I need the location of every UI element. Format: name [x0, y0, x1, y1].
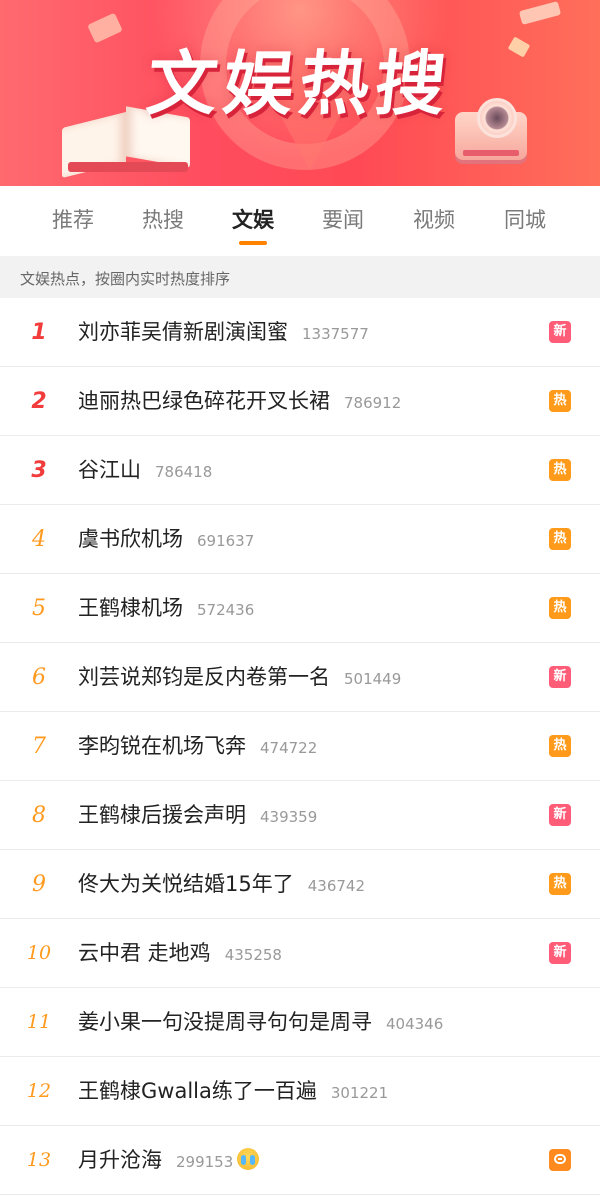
- topic-title: 姜小果一句没提周寻句句是周寻: [78, 1010, 372, 1034]
- rank-number: 8: [32, 803, 46, 828]
- topic-title: 王鹤棣后援会声明: [78, 803, 246, 827]
- list-item[interactable]: 6 刘芸说郑钧是反内卷第一名 501449 新: [0, 643, 600, 712]
- hot-badge: 热: [549, 735, 571, 757]
- banner-title: 文娱热搜: [143, 43, 456, 125]
- tab-entertainment[interactable]: 文娱: [208, 204, 298, 234]
- chat-badge-icon: [549, 1149, 571, 1171]
- topic-title-line: 王鹤棣后援会声明 439359: [78, 781, 317, 850]
- topic-title: 云中君 走地鸡: [78, 941, 211, 965]
- rank-number: 10: [26, 942, 52, 964]
- topic-title: 王鹤棣Gwalla练了一百遍: [78, 1079, 317, 1103]
- hot-badge: 热: [549, 873, 571, 895]
- topic-title: 谷江山: [78, 458, 141, 482]
- heat-value: 301221: [330, 1084, 389, 1102]
- topic-title: 李昀锐在机场飞奔: [78, 734, 246, 758]
- rank-number: 12: [26, 1080, 52, 1102]
- topic-title: 刘芸说郑钧是反内卷第一名: [78, 665, 330, 689]
- topic-title: 刘亦菲吴倩新剧演闺蜜: [78, 320, 288, 344]
- list-item[interactable]: 8 王鹤棣后援会声明 439359 新: [0, 781, 600, 850]
- heat-value: 436742: [307, 877, 365, 895]
- list-item[interactable]: 2 迪丽热巴绿色碎花开叉长裙 786912 热: [0, 367, 600, 436]
- hot-badge: 热: [549, 459, 571, 481]
- topic-title: 王鹤棣机场: [78, 596, 183, 620]
- list-item[interactable]: 11 姜小果一句没提周寻句句是周寻 404346: [0, 988, 600, 1057]
- topic-title-line: 云中君 走地鸡 435258: [78, 919, 282, 988]
- heat-value: 435258: [224, 946, 282, 964]
- heat-value: 299153: [176, 1153, 234, 1171]
- tab-local[interactable]: 同城: [480, 204, 570, 234]
- heat-value: 786418: [155, 463, 213, 481]
- topic-title-line: 李昀锐在机场飞奔 474722: [78, 712, 317, 781]
- list-item[interactable]: 12 王鹤棣Gwalla练了一百遍 301221: [0, 1057, 600, 1126]
- list-item[interactable]: 4 虞书欣机场 691637 热: [0, 505, 600, 574]
- active-tab-indicator: [239, 241, 267, 245]
- tab-recommend[interactable]: 推荐: [28, 204, 118, 234]
- list-item[interactable]: 3 谷江山 786418 热: [0, 436, 600, 505]
- topic-title-line: 月升沧海 299153: [78, 1126, 260, 1195]
- rank-number: 5: [32, 596, 46, 621]
- list-description: 文娱热点，按圈内实时热度排序: [0, 256, 600, 298]
- topic-title-line: 刘亦菲吴倩新剧演闺蜜 1337577: [78, 298, 369, 367]
- crying-face-icon: [237, 1148, 260, 1170]
- rank-number: 4: [32, 527, 46, 552]
- hot-badge: 热: [549, 597, 571, 619]
- list-item[interactable]: 13 月升沧海 299153: [0, 1126, 600, 1195]
- rank-number: 7: [32, 734, 46, 759]
- topic-title-line: 迪丽热巴绿色碎花开叉长裙 786912: [78, 367, 401, 436]
- hot-badge: 热: [549, 390, 571, 412]
- heat-value: 786912: [344, 394, 402, 412]
- rank-number: 11: [26, 1011, 52, 1033]
- banner-shard: [518, 1, 562, 25]
- heat-value: 691637: [197, 532, 255, 550]
- list-item[interactable]: 10 云中君 走地鸡 435258 新: [0, 919, 600, 988]
- topic-title-line: 王鹤棣机场 572436: [78, 574, 254, 643]
- new-badge: 新: [549, 942, 571, 964]
- rank-number: 2: [31, 389, 47, 414]
- rank-number: 6: [32, 665, 46, 690]
- banner: 文娱热搜: [0, 0, 600, 186]
- rank-number: 3: [31, 458, 47, 483]
- new-badge: 新: [549, 804, 571, 826]
- list-item[interactable]: 5 王鹤棣机场 572436 热: [0, 574, 600, 643]
- topic-title: 虞书欣机场: [78, 527, 183, 551]
- topic-title: 迪丽热巴绿色碎花开叉长裙: [78, 389, 330, 413]
- topic-title-line: 王鹤棣Gwalla练了一百遍 301221: [78, 1057, 388, 1126]
- list-item[interactable]: 7 李昀锐在机场飞奔 474722 热: [0, 712, 600, 781]
- list-description-text: 文娱热点，按圈内实时热度排序: [20, 270, 231, 288]
- new-badge: 新: [549, 666, 571, 688]
- heat-value: 501449: [344, 670, 402, 688]
- topic-title-line: 虞书欣机场 691637: [78, 505, 254, 574]
- topic-title-line: 谷江山 786418: [78, 436, 212, 505]
- tab-news[interactable]: 要闻: [298, 204, 388, 234]
- rank-number: 9: [32, 872, 46, 897]
- heat-value: 474722: [260, 739, 318, 757]
- heat-value: 404346: [386, 1015, 444, 1033]
- rank-number: 13: [26, 1149, 52, 1171]
- heat-value: 572436: [197, 601, 255, 619]
- tab-bar: 推荐 热搜 文娱 要闻 视频 同城: [0, 186, 600, 250]
- topic-title-line: 佟大为关悦结婚15年了 436742: [78, 850, 365, 919]
- heat-value: 1337577: [302, 325, 369, 343]
- topic-title-line: 姜小果一句没提周寻句句是周寻 404346: [78, 988, 443, 1057]
- rank-number: 1: [31, 320, 47, 345]
- tab-video[interactable]: 视频: [389, 204, 479, 234]
- topic-title-line: 刘芸说郑钧是反内卷第一名 501449: [78, 643, 401, 712]
- heat-value: 439359: [260, 808, 318, 826]
- topic-title: 佟大为关悦结婚15年了: [78, 872, 294, 896]
- hot-badge: 热: [549, 528, 571, 550]
- tab-hot-search[interactable]: 热搜: [118, 204, 208, 234]
- topic-title: 月升沧海: [78, 1148, 162, 1172]
- list-item[interactable]: 9 佟大为关悦结婚15年了 436742 热: [0, 850, 600, 919]
- new-badge: 新: [549, 321, 571, 343]
- list-item[interactable]: 1 刘亦菲吴倩新剧演闺蜜 1337577 新: [0, 298, 600, 367]
